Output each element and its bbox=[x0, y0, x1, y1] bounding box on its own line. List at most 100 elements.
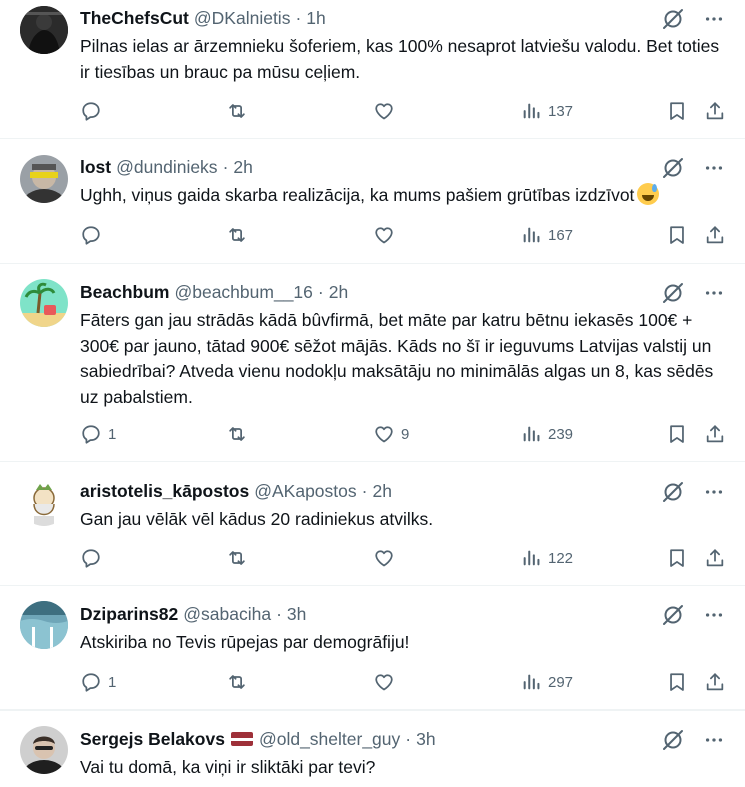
retweet-button[interactable] bbox=[226, 224, 248, 246]
tweet[interactable]: TheChefsCut @DKalnietis · 1h Pilnas iela… bbox=[0, 0, 745, 139]
retweet-button[interactable] bbox=[226, 547, 248, 569]
reply-icon bbox=[80, 100, 102, 122]
display-name[interactable]: aristotelis_kāpostos bbox=[80, 481, 249, 502]
user-handle[interactable]: @AKapostos bbox=[254, 481, 356, 502]
like-icon bbox=[373, 547, 395, 569]
user-handle[interactable]: @old_shelter_guy bbox=[259, 729, 400, 750]
avatar[interactable] bbox=[20, 726, 68, 774]
reply-button[interactable] bbox=[80, 224, 108, 246]
views-button[interactable]: 297 bbox=[520, 671, 573, 693]
display-name[interactable]: lost bbox=[80, 157, 111, 178]
views-button[interactable]: 239 bbox=[520, 423, 573, 445]
avatar[interactable] bbox=[20, 601, 68, 649]
avatar[interactable] bbox=[20, 478, 68, 526]
like-button[interactable] bbox=[373, 547, 401, 569]
like-count: 9 bbox=[401, 425, 410, 443]
bookmark-icon bbox=[666, 547, 688, 569]
reply-button[interactable] bbox=[80, 100, 108, 122]
reply-icon bbox=[80, 547, 102, 569]
more-icon[interactable] bbox=[703, 481, 725, 503]
display-name[interactable]: TheChefsCut bbox=[80, 8, 189, 29]
user-handle[interactable]: @sabaciha bbox=[183, 604, 271, 625]
share-button[interactable] bbox=[704, 224, 726, 246]
timestamp[interactable]: 1h bbox=[306, 8, 325, 29]
reply-button[interactable] bbox=[80, 547, 108, 569]
views-button[interactable]: 167 bbox=[520, 224, 573, 246]
like-button[interactable] bbox=[373, 224, 401, 246]
like-button[interactable] bbox=[373, 100, 401, 122]
user-handle[interactable]: @DKalnietis bbox=[194, 8, 291, 29]
views-button[interactable]: 122 bbox=[520, 547, 573, 569]
like-icon bbox=[373, 100, 395, 122]
avatar[interactable] bbox=[20, 279, 68, 327]
user-handle[interactable]: @dundinieks bbox=[116, 157, 217, 178]
tweet[interactable]: Beachbum @beachbum__16 · 2h Fāters gan j… bbox=[0, 264, 745, 462]
user-handle[interactable]: @beachbum__16 bbox=[174, 282, 312, 303]
grok-icon[interactable] bbox=[661, 156, 685, 180]
share-button[interactable] bbox=[704, 547, 726, 569]
separator-dot: · bbox=[276, 603, 282, 624]
avatar[interactable] bbox=[20, 155, 68, 203]
reply-count: 1 bbox=[108, 673, 117, 691]
like-button[interactable]: 9 bbox=[373, 423, 409, 445]
tweet-text: Vai tu domā, ka viņi ir sliktāki par tev… bbox=[80, 757, 376, 777]
timestamp[interactable]: 3h bbox=[416, 729, 435, 750]
grok-icon[interactable] bbox=[661, 7, 685, 31]
bookmark-button[interactable] bbox=[666, 224, 688, 246]
reply-icon bbox=[80, 423, 102, 445]
like-button[interactable] bbox=[373, 671, 401, 693]
separator-dot: · bbox=[361, 480, 368, 501]
display-name[interactable]: Sergejs Belakovs bbox=[80, 729, 225, 750]
retweet-icon bbox=[226, 423, 248, 445]
reply-count: 1 bbox=[108, 425, 117, 443]
grok-icon[interactable] bbox=[661, 281, 685, 305]
avatar[interactable] bbox=[20, 6, 68, 54]
bookmark-button[interactable] bbox=[666, 100, 688, 122]
more-icon[interactable] bbox=[703, 8, 725, 30]
tweet-text: Fāters gan jau strādās kādā bûvfirmā, be… bbox=[80, 310, 714, 407]
tweet[interactable]: lost @dundinieks · 2h Ughh, viņus gaida … bbox=[0, 139, 745, 264]
separator-dot: · bbox=[295, 7, 302, 28]
bookmark-icon bbox=[666, 671, 688, 693]
display-name[interactable]: Beachbum bbox=[80, 282, 169, 303]
retweet-button[interactable] bbox=[226, 671, 248, 693]
reply-button[interactable]: 1 bbox=[80, 671, 116, 693]
bookmark-button[interactable] bbox=[666, 547, 688, 569]
timestamp[interactable]: 2h bbox=[372, 481, 391, 502]
grok-icon[interactable] bbox=[661, 728, 685, 752]
tweet[interactable]: Dziparins82 @sabaciha · 3h Atskiriba no … bbox=[0, 586, 745, 710]
more-icon[interactable] bbox=[703, 282, 725, 304]
more-icon[interactable] bbox=[703, 729, 725, 751]
tweet[interactable]: Sergejs Belakovs @old_shelter_guy · 3h V… bbox=[0, 710, 745, 787]
reply-button[interactable]: 1 bbox=[80, 423, 116, 445]
timestamp[interactable]: 3h bbox=[287, 604, 306, 625]
separator-dot: · bbox=[405, 728, 412, 749]
more-icon[interactable] bbox=[703, 157, 725, 179]
grok-icon[interactable] bbox=[661, 480, 685, 504]
share-button[interactable] bbox=[704, 671, 726, 693]
tweet-text: Gan jau vēlāk vēl kādus 20 radiniekus at… bbox=[80, 509, 434, 529]
separator-dot: · bbox=[222, 156, 229, 177]
bookmark-icon bbox=[666, 100, 688, 122]
retweet-button[interactable] bbox=[226, 423, 248, 445]
bookmark-button[interactable] bbox=[666, 423, 688, 445]
timestamp[interactable]: 2h bbox=[329, 282, 348, 303]
bookmark-icon bbox=[666, 423, 688, 445]
like-icon bbox=[373, 671, 395, 693]
views-icon bbox=[520, 423, 542, 445]
share-button[interactable] bbox=[704, 423, 726, 445]
share-button[interactable] bbox=[704, 100, 726, 122]
bookmark-button[interactable] bbox=[666, 671, 688, 693]
retweet-button[interactable] bbox=[226, 100, 248, 122]
like-icon bbox=[373, 224, 395, 246]
reply-icon bbox=[80, 671, 102, 693]
tweet[interactable]: aristotelis_kāpostos @AKapostos · 2h Gan… bbox=[0, 462, 745, 586]
reply-icon bbox=[80, 224, 102, 246]
latvia-flag-icon bbox=[230, 732, 253, 746]
tweet-text: Pilnas ielas ar ārzemnieku šoferiem, kas… bbox=[80, 36, 720, 82]
display-name[interactable]: Dziparins82 bbox=[80, 604, 178, 625]
timestamp[interactable]: 2h bbox=[233, 157, 252, 178]
views-button[interactable]: 137 bbox=[520, 100, 573, 122]
grok-icon[interactable] bbox=[661, 603, 685, 627]
more-icon[interactable] bbox=[703, 604, 725, 626]
